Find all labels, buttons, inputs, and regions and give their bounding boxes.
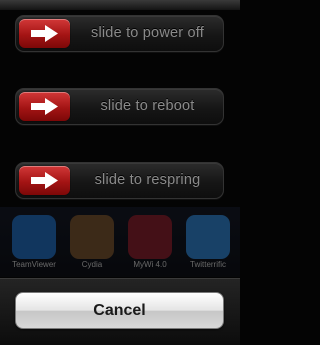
slider-knob[interactable] bbox=[19, 19, 70, 48]
arrow-right-icon bbox=[31, 25, 58, 42]
respring-slider[interactable]: slide to respring bbox=[15, 162, 224, 199]
cydia-icon bbox=[70, 215, 114, 259]
slider-label: slide to power off bbox=[91, 25, 204, 41]
arrow-right-icon bbox=[31, 98, 58, 115]
power-off-slider[interactable]: slide to power off bbox=[15, 15, 224, 52]
reboot-slider[interactable]: slide to reboot bbox=[15, 88, 224, 125]
app-label: Twitterrific bbox=[190, 260, 226, 269]
mywi-icon bbox=[128, 215, 172, 259]
cancel-button[interactable]: Cancel bbox=[15, 292, 224, 329]
app-label: Cydia bbox=[81, 260, 103, 269]
status-bar-remnant bbox=[0, 0, 240, 10]
slider-label: slide to reboot bbox=[100, 98, 195, 114]
arrow-right-icon bbox=[31, 172, 58, 189]
app-label: MyWi 4.0 bbox=[133, 260, 167, 269]
slider-label: slide to respring bbox=[94, 172, 201, 188]
app-label: TeamViewer bbox=[12, 260, 56, 269]
slider-knob[interactable] bbox=[19, 166, 70, 195]
dimmed-home-screen: TeamViewer Cydia MyWi 4.0 Twitterrific bbox=[0, 207, 240, 277]
twitterrific-icon bbox=[186, 215, 230, 259]
teamviewer-icon bbox=[12, 215, 56, 259]
slider-knob[interactable] bbox=[19, 92, 70, 121]
